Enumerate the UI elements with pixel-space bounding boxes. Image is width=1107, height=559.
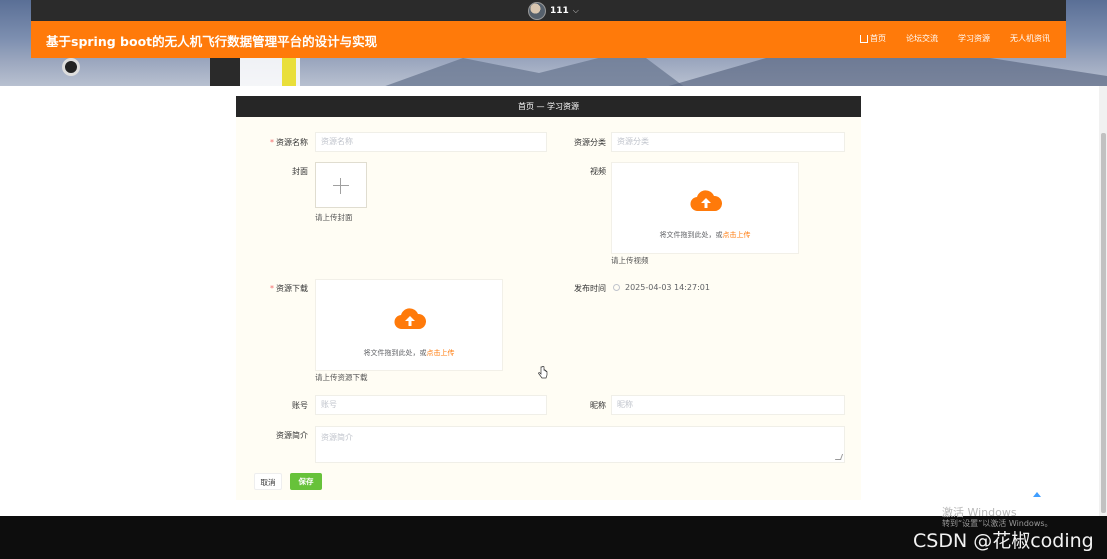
intro-label: 资源简介 — [276, 431, 308, 440]
video-hint: 请上传视频 — [611, 256, 649, 265]
video-dropzone[interactable]: 将文件拖到此处，或点击上传 — [611, 162, 799, 254]
download-drop-text: 将文件拖到此处，或点击上传 — [316, 348, 502, 358]
user-bar: 111 ⌵ — [31, 0, 1066, 21]
hero-pole — [282, 58, 296, 86]
publish-time-label: 发布时间 — [574, 284, 606, 293]
cover-label: 封面 — [292, 167, 308, 176]
top-navbar: 基于spring boot的无人机飞行数据管理平台的设计与实现 首页 论坛交流 … — [31, 21, 1066, 58]
download-dropzone[interactable]: 将文件拖到此处，或点击上传 — [315, 279, 503, 371]
cloud-upload-icon — [690, 190, 722, 212]
site-title: 基于spring boot的无人机飞行数据管理平台的设计与实现 — [46, 34, 378, 49]
name-label-text: 资源名称 — [276, 138, 308, 147]
category-label: 资源分类 — [574, 138, 606, 147]
publish-time-picker[interactable]: 2025-04-03 14:27:01 — [607, 278, 845, 298]
nickname-input[interactable]: 昵称 — [611, 395, 845, 415]
nav-learning[interactable]: 学习资源 — [958, 33, 990, 44]
plus-icon — [333, 178, 349, 194]
hand-cursor-icon — [538, 366, 548, 379]
resize-handle-icon[interactable] — [834, 454, 844, 460]
chevron-down-icon[interactable]: ⌵ — [573, 6, 579, 16]
avatar[interactable] — [528, 1, 546, 20]
back-to-top-icon[interactable] — [1033, 492, 1041, 497]
account-input[interactable]: 账号 — [315, 395, 547, 415]
user-menu[interactable]: 111 ⌵ — [528, 1, 579, 20]
name-label: * 资源名称 — [262, 137, 308, 148]
intro-textarea[interactable]: 资源简介 — [315, 426, 845, 463]
video-upload-link[interactable]: 点击上传 — [723, 231, 751, 239]
video-drop-hint: 将文件拖到此处，或 — [659, 231, 723, 239]
nav-news[interactable]: 无人机资讯 — [1010, 33, 1050, 44]
nav-home-label: 首页 — [870, 34, 886, 43]
name-input[interactable]: 资源名称 — [315, 132, 547, 152]
home-icon — [860, 34, 868, 43]
cover-hint: 请上传封面 — [315, 213, 353, 222]
intro-placeholder: 资源简介 — [321, 433, 353, 442]
nav-links: 首页 论坛交流 学习资源 无人机资讯 — [860, 33, 1050, 44]
download-label-text: 资源下载 — [276, 284, 308, 293]
csdn-watermark: CSDN @花椒coding — [913, 530, 1094, 552]
video-drop-text: 将文件拖到此处，或点击上传 — [612, 230, 798, 240]
download-upload-link[interactable]: 点击上传 — [427, 349, 455, 357]
nav-home[interactable]: 首页 — [860, 33, 886, 44]
scrollbar-thumb[interactable] — [1101, 133, 1106, 513]
nickname-label: 昵称 — [590, 401, 606, 410]
publish-time-value: 2025-04-03 14:27:01 — [625, 283, 710, 292]
required-mark: * — [270, 138, 274, 147]
download-label: * 资源下载 — [262, 283, 308, 294]
clock-icon — [613, 284, 620, 291]
breadcrumb: 首页 — 学习资源 — [236, 96, 861, 117]
required-mark: * — [270, 284, 274, 293]
cloud-upload-icon — [394, 308, 426, 330]
cover-upload-button[interactable] — [315, 162, 367, 208]
save-button[interactable]: 保存 — [290, 473, 322, 490]
download-drop-hint: 将文件拖到此处，或 — [363, 349, 427, 357]
download-hint: 请上传资源下载 — [315, 373, 368, 382]
video-label: 视频 — [590, 167, 606, 176]
hero-building — [210, 58, 240, 86]
nav-forum[interactable]: 论坛交流 — [906, 33, 938, 44]
username[interactable]: 111 — [550, 6, 569, 16]
hero-device — [62, 58, 80, 76]
account-label: 账号 — [292, 401, 308, 410]
category-input[interactable]: 资源分类 — [611, 132, 845, 152]
cancel-button[interactable]: 取消 — [254, 473, 282, 490]
